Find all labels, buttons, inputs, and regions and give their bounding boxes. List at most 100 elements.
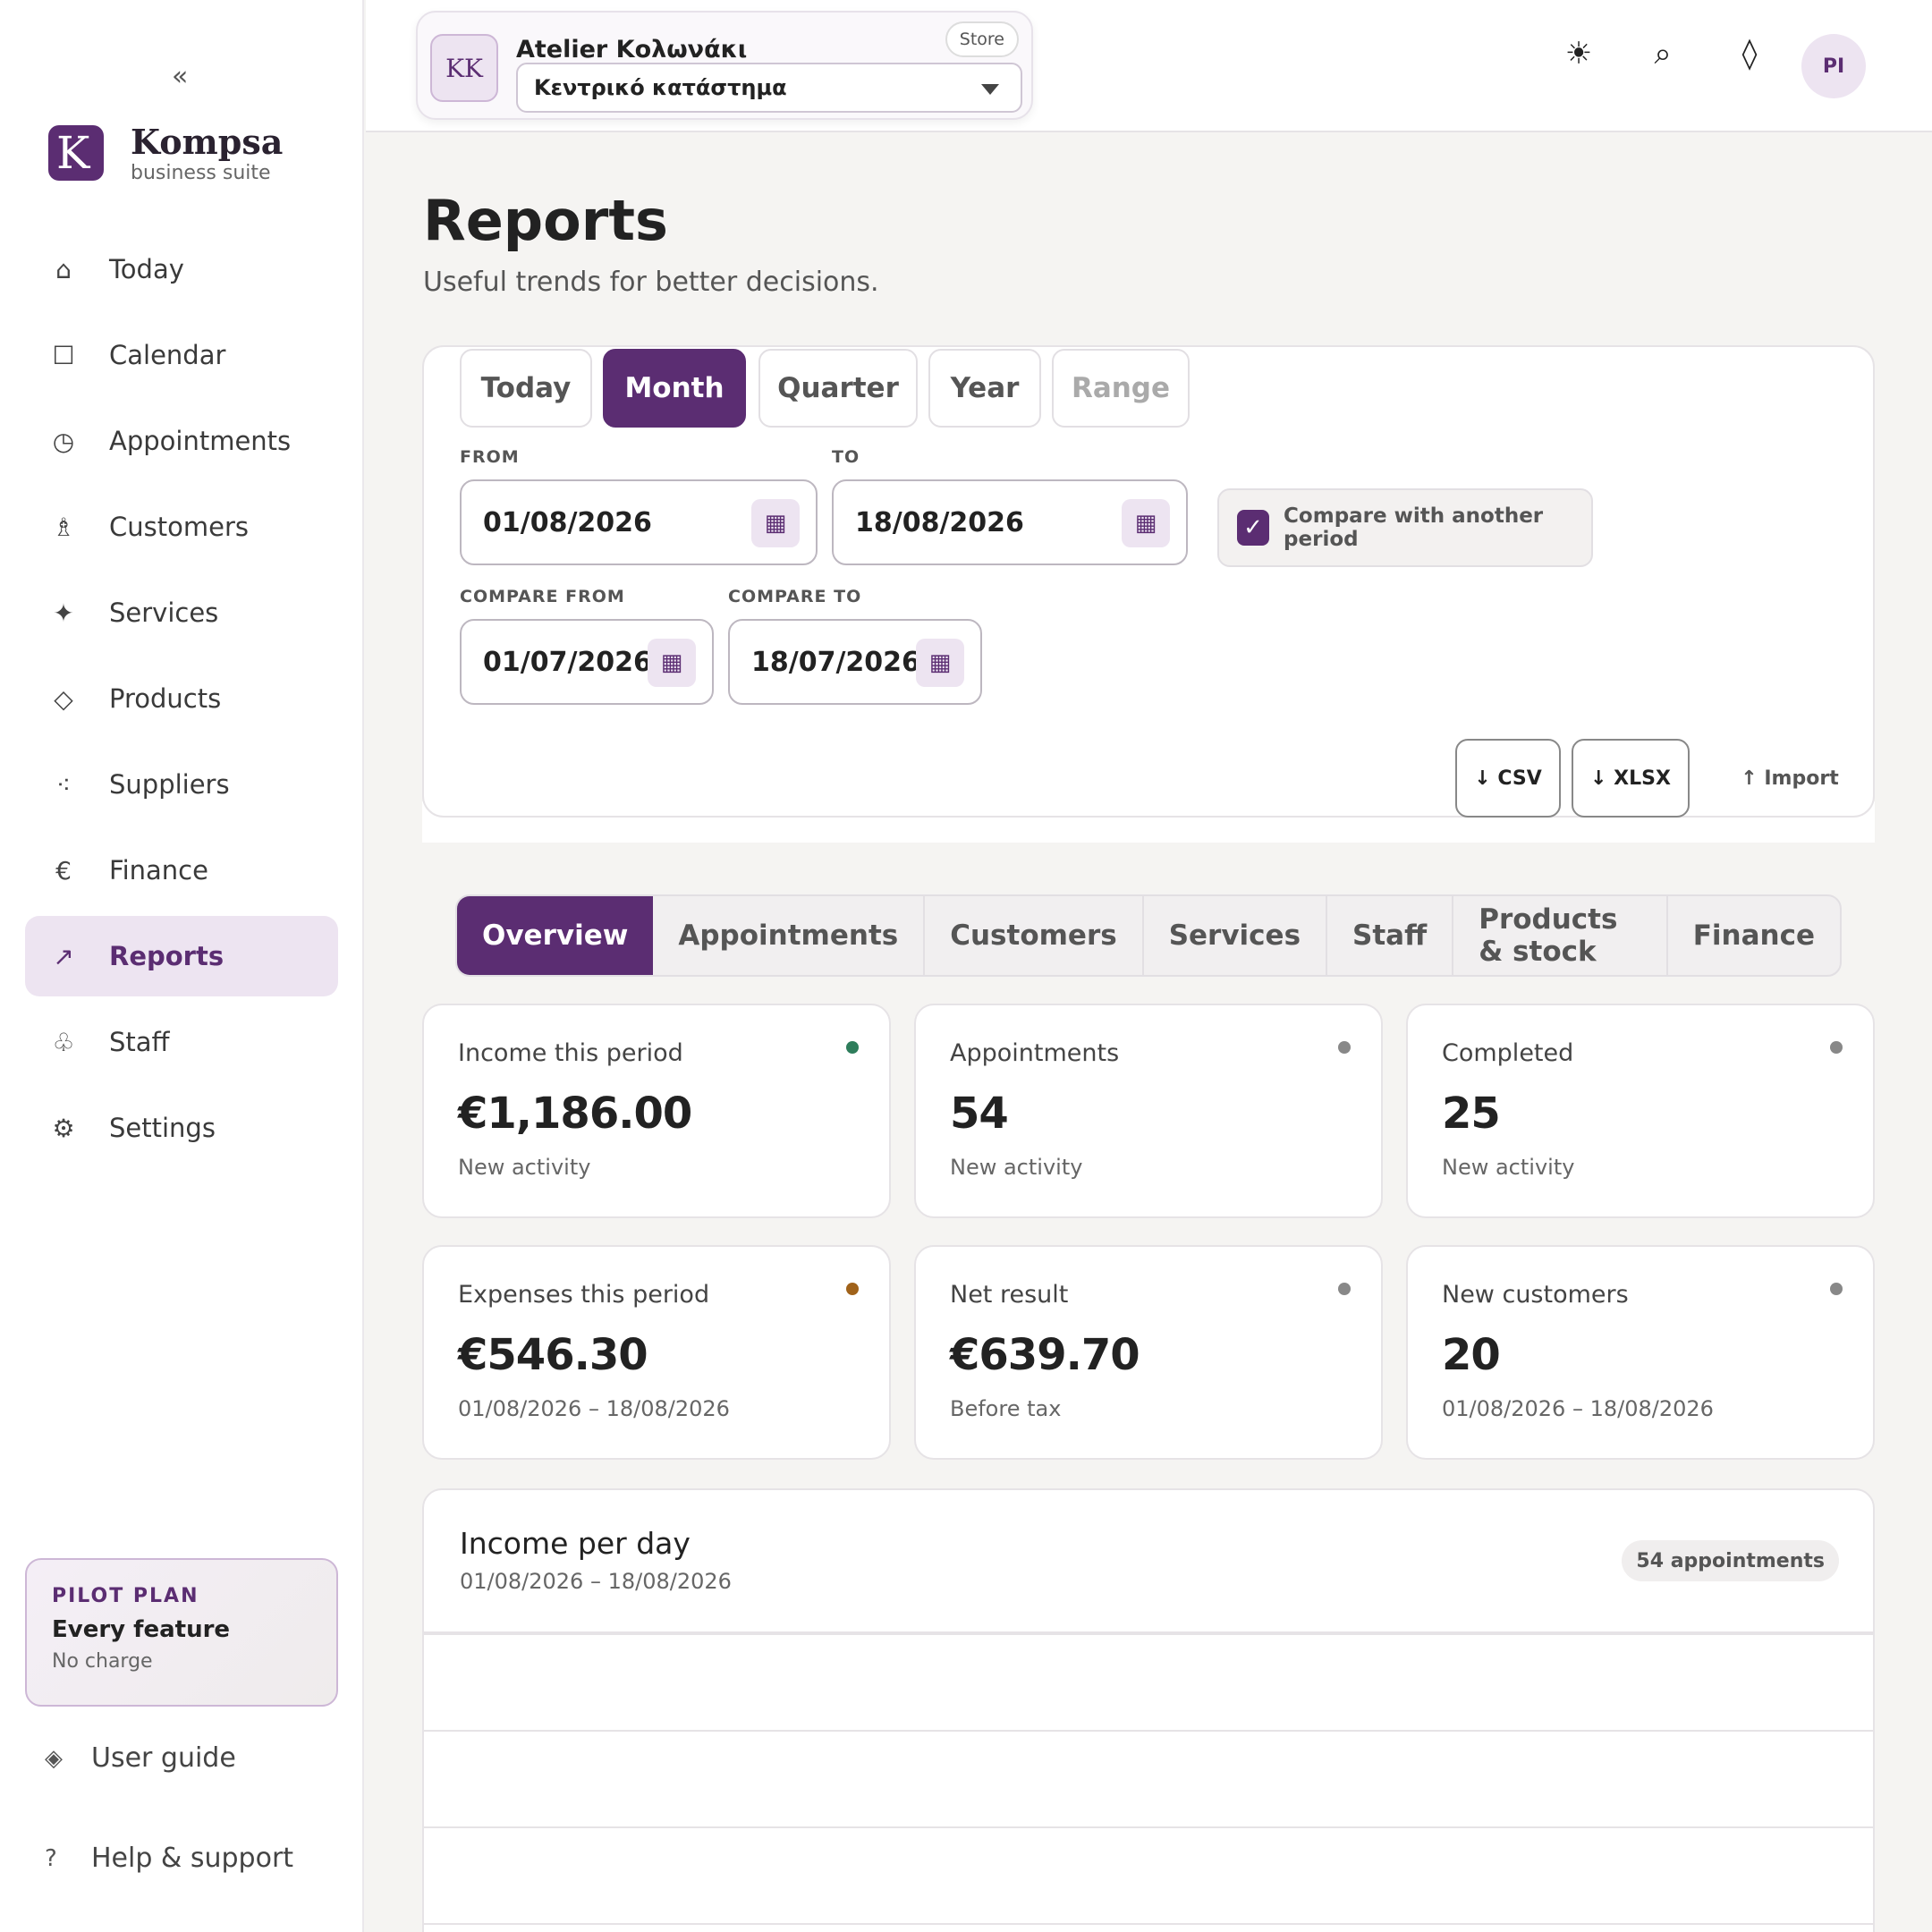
tab-customers[interactable]: Customers [925, 896, 1144, 975]
period-tab-quarter[interactable]: Quarter [758, 349, 918, 428]
user-guide-label: User guide [91, 1742, 236, 1774]
kpi-label: Net result [950, 1281, 1069, 1309]
theme-toggle-icon[interactable]: ☀ [1556, 36, 1601, 72]
person-icon: ♗ [52, 512, 75, 542]
kpi-note: New activity [950, 1155, 1083, 1180]
calendar-picker-icon[interactable]: ▦ [916, 639, 964, 687]
sidebar-item-label: Appointments [109, 426, 292, 456]
tab-appointments[interactable]: Appointments [653, 896, 926, 975]
kompsa-logo-icon: K [48, 125, 104, 181]
period-tab-year[interactable]: Year [928, 349, 1041, 428]
diamond-icon: ◇ [54, 683, 73, 714]
store-switcher[interactable]: KK Atelier Κολωνάκι Store Κεντρικό κατάσ… [416, 11, 1033, 120]
sidebar-item-services[interactable]: ✦ Services [25, 572, 338, 653]
sidebar-item-label: Reports [109, 941, 225, 971]
search-icon[interactable]: ⌕ [1640, 36, 1685, 72]
period-tab-range[interactable]: Range [1052, 349, 1190, 428]
diamond-icon[interactable]: ◊ [1727, 36, 1772, 72]
kpi-label: Appointments [950, 1039, 1120, 1067]
question-icon: ? [45, 1844, 57, 1872]
sidebar-item-finance[interactable]: € Finance [25, 830, 338, 911]
sparkle-icon: ✦ [53, 597, 74, 628]
chart-gridline [424, 1730, 1873, 1732]
sidebar-item-label: Staff [109, 1027, 170, 1057]
tab-finance[interactable]: Finance [1668, 896, 1840, 975]
sidebar-item-label: Finance [109, 855, 208, 886]
compare-to-date-input[interactable]: 18/07/2026 ▦ [728, 619, 982, 705]
sidebar-item-settings[interactable]: ⚙ Settings [25, 1088, 338, 1168]
kpi-value: €639.70 [950, 1330, 1140, 1380]
brand[interactable]: K Kompsa business suite [48, 122, 283, 184]
sidebar-item-suppliers[interactable]: ⁖ Suppliers [25, 744, 338, 825]
import-button[interactable]: ↑ Import [1723, 739, 1857, 818]
status-dot [846, 1041, 859, 1054]
calendar-picker-icon[interactable]: ▦ [648, 639, 696, 687]
kpi-note: Before tax [950, 1396, 1062, 1421]
export-xlsx-button[interactable]: ↓ XLSX [1572, 739, 1690, 818]
kpi-card: Expenses this period €546.30 01/08/2026 … [422, 1245, 891, 1460]
sidebar-item-products[interactable]: ◇ Products [25, 658, 338, 739]
plan-card[interactable]: PILOT PLAN Every feature No charge [25, 1558, 338, 1707]
help-support-link[interactable]: ? Help & support [45, 1843, 293, 1874]
kpi-label: Completed [1442, 1039, 1574, 1067]
report-section-tabs: Overview Appointments Customers Services… [455, 894, 1842, 977]
sidebar-item-label: Settings [109, 1113, 216, 1143]
period-tab-today[interactable]: Today [460, 349, 592, 428]
sidebar-item-label: Suppliers [109, 769, 230, 800]
from-date-input[interactable]: 01/08/2026 ▦ [460, 479, 818, 565]
user-avatar[interactable]: PI [1801, 34, 1866, 98]
kpi-card: Appointments 54 New activity [914, 1004, 1383, 1218]
sidebar-item-label: Today [109, 254, 184, 284]
kpi-note: 01/08/2026 – 18/08/2026 [1442, 1396, 1714, 1421]
plan-title: Every feature [52, 1616, 231, 1643]
sidebar-item-customers[interactable]: ♗ Customers [25, 487, 338, 567]
chevron-down-icon [981, 84, 999, 95]
kpi-card: New customers 20 01/08/2026 – 18/08/2026 [1406, 1245, 1875, 1460]
page-title: Reports [423, 188, 668, 253]
chart-gridline [424, 1923, 1873, 1925]
tab-services[interactable]: Services [1144, 896, 1328, 975]
top-bar: KK Atelier Κολωνάκι Store Κεντρικό κατάσ… [366, 0, 1932, 132]
sidebar-item-staff[interactable]: ♧ Staff [25, 1002, 338, 1082]
sidebar-item-reports[interactable]: ↗ Reports [25, 916, 338, 996]
page-subtitle: Useful trends for better decisions. [423, 267, 879, 298]
income-per-day-card: Income per day 01/08/2026 – 18/08/2026 5… [422, 1488, 1875, 1932]
compare-period-checkbox[interactable]: ✓ Compare with another period [1217, 488, 1593, 567]
sidebar-item-label: Products [109, 683, 222, 714]
calendar-picker-icon[interactable]: ▦ [751, 499, 800, 547]
kpi-card: Income this period €1,186.00 New activit… [422, 1004, 891, 1218]
to-label: TO [832, 447, 860, 467]
user-guide-link[interactable]: ◈ User guide [45, 1742, 236, 1774]
checkbox-checked-icon[interactable]: ✓ [1237, 510, 1270, 546]
compare-from-date-input[interactable]: 01/07/2026 ▦ [460, 619, 714, 705]
home-icon: ⌂ [55, 254, 72, 284]
calendar-picker-icon[interactable]: ▦ [1122, 499, 1170, 547]
sidebar-item-today[interactable]: ⌂ Today [25, 229, 338, 309]
kpi-note: 01/08/2026 – 18/08/2026 [458, 1396, 730, 1421]
dots-icon: ⁖ [55, 769, 72, 800]
chart-header-divider [424, 1631, 1873, 1635]
compare-to-label: COMPARE TO [728, 587, 862, 606]
kpi-label: Income this period [458, 1039, 683, 1067]
chart-title: Income per day [460, 1526, 691, 1561]
tab-staff[interactable]: Staff [1327, 896, 1454, 975]
compare-period-label: Compare with another period [1284, 504, 1544, 551]
kpi-note: New activity [1442, 1155, 1575, 1180]
to-date-input[interactable]: 18/08/2026 ▦ [832, 479, 1188, 565]
sidebar-item-appointments[interactable]: ◷ Appointments [25, 401, 338, 481]
store-name: Atelier Κολωνάκι [516, 36, 748, 64]
export-csv-button[interactable]: ↓ CSV [1455, 739, 1561, 818]
compare-from-date-value: 01/07/2026 [483, 646, 652, 678]
plan-subtitle: No charge [52, 1650, 153, 1673]
tab-overview[interactable]: Overview [457, 896, 654, 975]
sidebar-item-calendar[interactable]: ☐ Calendar [25, 315, 338, 395]
collapse-sidebar-icon[interactable]: « [172, 61, 188, 92]
status-dot [1830, 1283, 1843, 1295]
kpi-value: €1,186.00 [458, 1089, 692, 1139]
compare-from-label: COMPARE FROM [460, 587, 625, 606]
tab-products-stock[interactable]: Products & stock [1453, 896, 1668, 975]
period-tab-month[interactable]: Month [603, 349, 746, 428]
guide-icon: ◈ [45, 1744, 63, 1772]
kpi-label: New customers [1442, 1281, 1629, 1309]
location-select[interactable]: Κεντρικό κατάστημα [516, 63, 1022, 113]
